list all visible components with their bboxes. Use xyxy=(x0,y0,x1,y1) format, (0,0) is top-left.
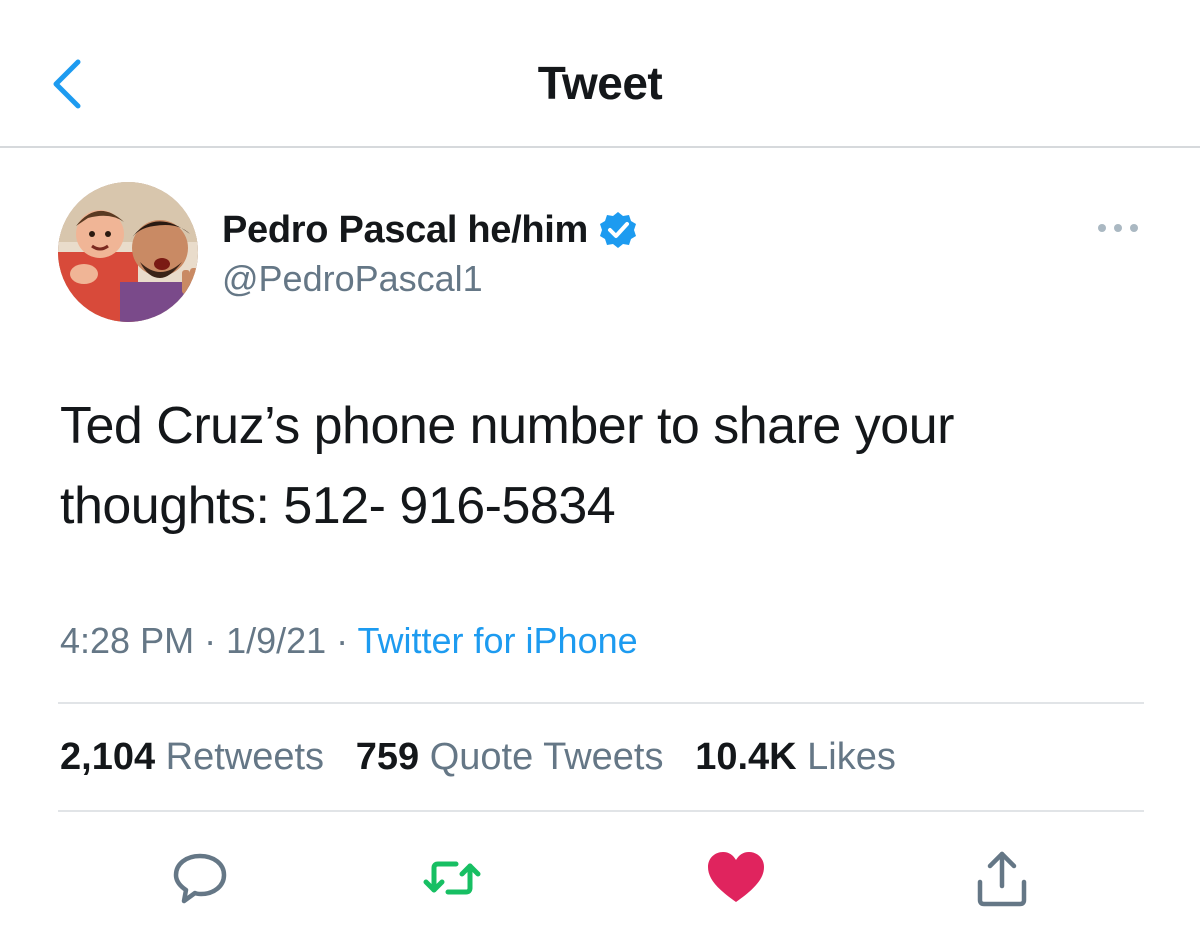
tweet-time[interactable]: 4:28 PM xyxy=(60,620,194,661)
page-title: Tweet xyxy=(537,57,663,109)
author-handle[interactable]: @PedroPascal1 xyxy=(222,258,483,300)
author-name-row[interactable]: Pedro Pascal he/him xyxy=(222,206,638,254)
author-name: Pedro Pascal he/him xyxy=(222,208,589,251)
retweet-button[interactable] xyxy=(420,846,484,910)
divider xyxy=(58,810,1144,812)
tweet-detail-screen: Tweet Pedro Pascal he/him @PedroPascal1 … xyxy=(0,0,1200,926)
tweet-text-line: Ted Cruz’s phone number to share your xyxy=(60,397,954,455)
retweets-label: Retweets xyxy=(165,736,325,778)
top-navigation-bar: Tweet xyxy=(0,0,1200,146)
likes-stat[interactable]: 10.4K Likes xyxy=(695,736,896,778)
more-horizontal-icon xyxy=(1098,224,1138,232)
like-button[interactable] xyxy=(704,846,768,910)
share-icon xyxy=(977,851,1027,907)
quote-tweets-stat[interactable]: 759 Quote Tweets xyxy=(356,736,664,778)
tweet-text-line: thoughts: 512- 916-5834 xyxy=(60,477,616,535)
retweets-count: 2,104 xyxy=(60,736,156,778)
quote-tweets-count: 759 xyxy=(355,736,420,778)
avatar[interactable] xyxy=(58,182,198,322)
reply-button[interactable] xyxy=(168,846,232,910)
quote-tweets-label: Quote Tweets xyxy=(429,736,664,778)
tweet-source-link[interactable]: Twitter for iPhone xyxy=(358,620,638,661)
retweet-icon xyxy=(423,861,481,895)
retweets-stat[interactable]: 2,104 Retweets xyxy=(60,736,324,778)
tweet-date[interactable]: 1/9/21 xyxy=(226,620,326,661)
meta-separator: · xyxy=(326,620,358,661)
divider xyxy=(58,702,1144,704)
more-options-button[interactable] xyxy=(1094,216,1142,240)
likes-label: Likes xyxy=(807,736,896,778)
tweet-meta: 4:28 PM · 1/9/21 · Twitter for iPhone xyxy=(60,620,638,662)
tweet-text: Ted Cruz’s phone number to share your th… xyxy=(60,386,1150,546)
tweet-stats: 2,104 Retweets 759 Quote Tweets 10.4K Li… xyxy=(60,736,896,779)
likes-count: 10.4K xyxy=(695,736,797,778)
meta-separator: · xyxy=(194,620,227,661)
verified-badge-icon xyxy=(600,212,637,248)
share-button[interactable] xyxy=(970,846,1034,910)
heart-icon xyxy=(708,852,764,902)
reply-icon xyxy=(173,853,227,904)
profile-photo xyxy=(58,182,198,322)
header-divider xyxy=(0,146,1200,148)
